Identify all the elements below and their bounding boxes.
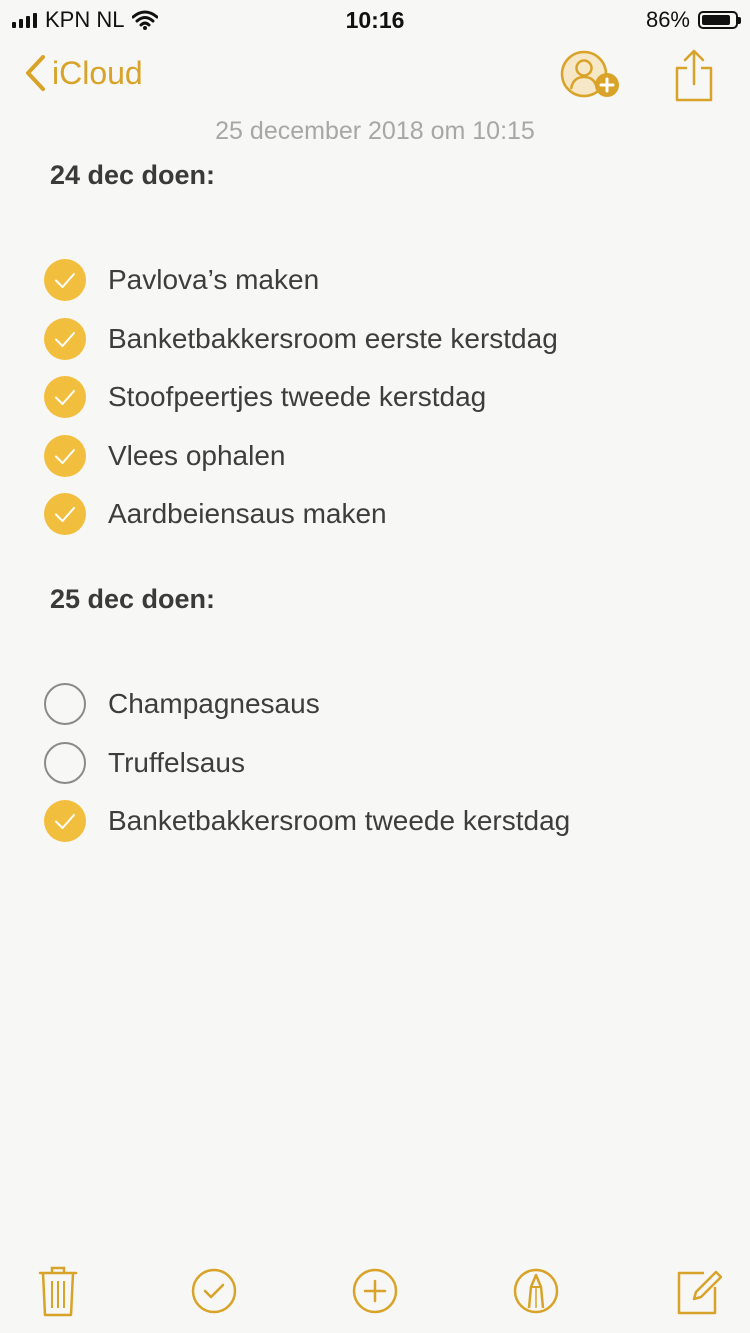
nav-bar: iCloud <box>0 40 750 116</box>
markup-button[interactable] <box>512 1263 560 1319</box>
checklist-item-label[interactable]: Banketbakkersroom eerste kerstdag <box>108 323 558 355</box>
checkmark-icon <box>55 814 75 830</box>
markup-icon <box>513 1268 559 1314</box>
checklist-item: Aardbeiensaus maken <box>44 491 387 537</box>
checklist-item-label[interactable]: Stoofpeertjes tweede kerstdag <box>108 381 486 413</box>
unchecked-checkbox[interactable] <box>44 741 86 784</box>
compose-icon <box>677 1270 723 1315</box>
checklist-item: Banketbakkersroom tweede kerstdag <box>44 798 570 844</box>
checklist-item: Pavlova’s maken <box>44 257 319 303</box>
checked-checkbox[interactable] <box>44 493 86 536</box>
section-title: 24 dec doen: <box>50 160 216 190</box>
unchecked-checkbox[interactable] <box>44 683 86 725</box>
checkmark-icon <box>55 507 75 523</box>
checklist-item-label[interactable]: Banketbakkersroom tweede kerstdag <box>108 805 570 837</box>
checkmark-icon <box>55 448 75 464</box>
add-button[interactable] <box>351 1263 399 1319</box>
battery-icon <box>698 11 741 29</box>
add-people-button[interactable] <box>560 50 624 106</box>
checked-checkbox[interactable] <box>44 800 86 843</box>
checkmark-icon <box>55 331 75 347</box>
status-bar: KPN NL 10:16 86% <box>0 0 750 40</box>
checklist-item-label[interactable]: Aardbeiensaus maken <box>108 498 387 530</box>
checklist-item: Truffelsaus <box>44 740 245 786</box>
back-button[interactable]: iCloud <box>24 54 143 92</box>
checklist-item-label[interactable]: Vlees ophalen <box>108 440 285 472</box>
chevron-left-icon <box>26 55 45 91</box>
delete-button[interactable] <box>34 1263 82 1319</box>
checkmark-icon <box>55 390 75 406</box>
person-add-icon <box>560 50 619 98</box>
checklist-item-label[interactable]: Pavlova’s maken <box>108 264 319 296</box>
battery-percent: 86% <box>645 7 690 32</box>
checklist-item: Stoofpeertjes tweede kerstdag <box>44 374 486 420</box>
trash-icon <box>38 1266 78 1317</box>
checklist-button[interactable] <box>190 1263 238 1319</box>
note-date: 25 december 2018 om 10:15 <box>215 117 535 145</box>
share-button[interactable] <box>672 48 716 102</box>
checklist-item-label[interactable]: Truffelsaus <box>108 747 245 779</box>
checked-checkbox[interactable] <box>44 317 86 360</box>
add-icon <box>352 1268 398 1314</box>
checklist-item: Vlees ophalen <box>44 433 285 479</box>
checkmark-icon <box>55 273 75 288</box>
checked-checkbox[interactable] <box>44 434 86 477</box>
clock: 10:16 <box>345 7 405 33</box>
back-label: iCloud <box>52 54 143 91</box>
bottom-toolbar <box>0 1263 750 1323</box>
checklist-item: Champagnesaus <box>44 681 320 727</box>
battery-info: 86% <box>645 7 741 33</box>
share-icon <box>675 49 713 102</box>
checklist-item: Banketbakkersroom eerste kerstdag <box>44 316 558 362</box>
checklist-icon <box>191 1268 237 1314</box>
compose-button[interactable] <box>674 1263 723 1319</box>
checked-checkbox[interactable] <box>44 376 86 419</box>
checked-checkbox[interactable] <box>44 259 86 301</box>
checklist-item-label[interactable]: Champagnesaus <box>108 688 320 720</box>
section-title: 25 dec doen: <box>50 584 216 614</box>
